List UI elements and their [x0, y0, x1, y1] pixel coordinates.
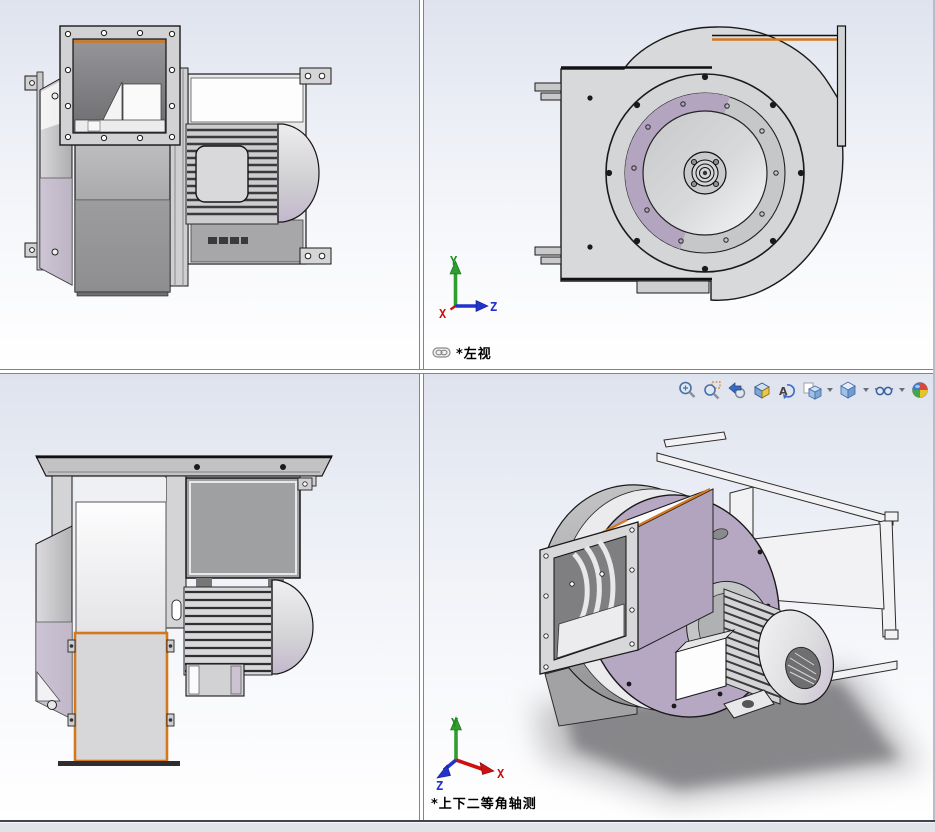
orientation-triad: Y Z X [439, 254, 497, 321]
front-view-drawing [24, 25, 332, 297]
view-orientation-dropdown[interactable] [827, 388, 833, 392]
axis-z-label: Z [490, 300, 497, 314]
axis-y-label: Y [450, 254, 458, 268]
viewport-left-view[interactable]: Y Z X *左视 [424, 0, 935, 369]
display-style-dropdown[interactable] [863, 388, 869, 392]
cad-multi-viewport: Y Z X *左视 A Y X Z *上下二等角轴测 [0, 0, 935, 832]
heads-up-view-toolbar: A [674, 377, 933, 403]
hide-show-items-dropdown[interactable] [899, 388, 905, 392]
viewport-front-view[interactable] [0, 0, 419, 369]
view-name-text: *上下二等角轴测 [431, 797, 537, 812]
section-view-icon[interactable] [751, 379, 773, 401]
viewport-top-view[interactable] [0, 374, 419, 820]
axis-x-label: X [439, 307, 447, 321]
axis-y-label: Y [451, 716, 459, 730]
zoom-to-fit-icon[interactable] [676, 379, 698, 401]
axis-x-label: X [497, 767, 505, 781]
viewport-vertical-splitter[interactable] [419, 0, 424, 820]
viewport-horizontal-splitter[interactable] [0, 369, 935, 374]
apply-scene-icon[interactable] [909, 379, 931, 401]
axis-z-label: Z [436, 779, 443, 793]
linked-view-icon [432, 347, 451, 358]
status-bar-strip [0, 822, 935, 832]
view-name-label: *左视 [432, 343, 492, 362]
rotate-view-icon[interactable]: A [776, 379, 798, 401]
zoom-to-area-icon[interactable] [701, 379, 723, 401]
display-style-icon[interactable] [837, 379, 859, 401]
view-name-text: *左视 [456, 347, 492, 362]
previous-view-icon[interactable] [726, 379, 748, 401]
view-orientation-icon[interactable] [801, 379, 823, 401]
viewport-isometric-view[interactable]: A Y X Z *上下二等角轴测 [424, 374, 935, 820]
orientation-triad: Y X Z [436, 716, 505, 793]
top-view-drawing [35, 455, 333, 766]
hide-show-items-icon[interactable] [873, 379, 895, 401]
view-name-label: *上下二等角轴测 [431, 793, 537, 812]
